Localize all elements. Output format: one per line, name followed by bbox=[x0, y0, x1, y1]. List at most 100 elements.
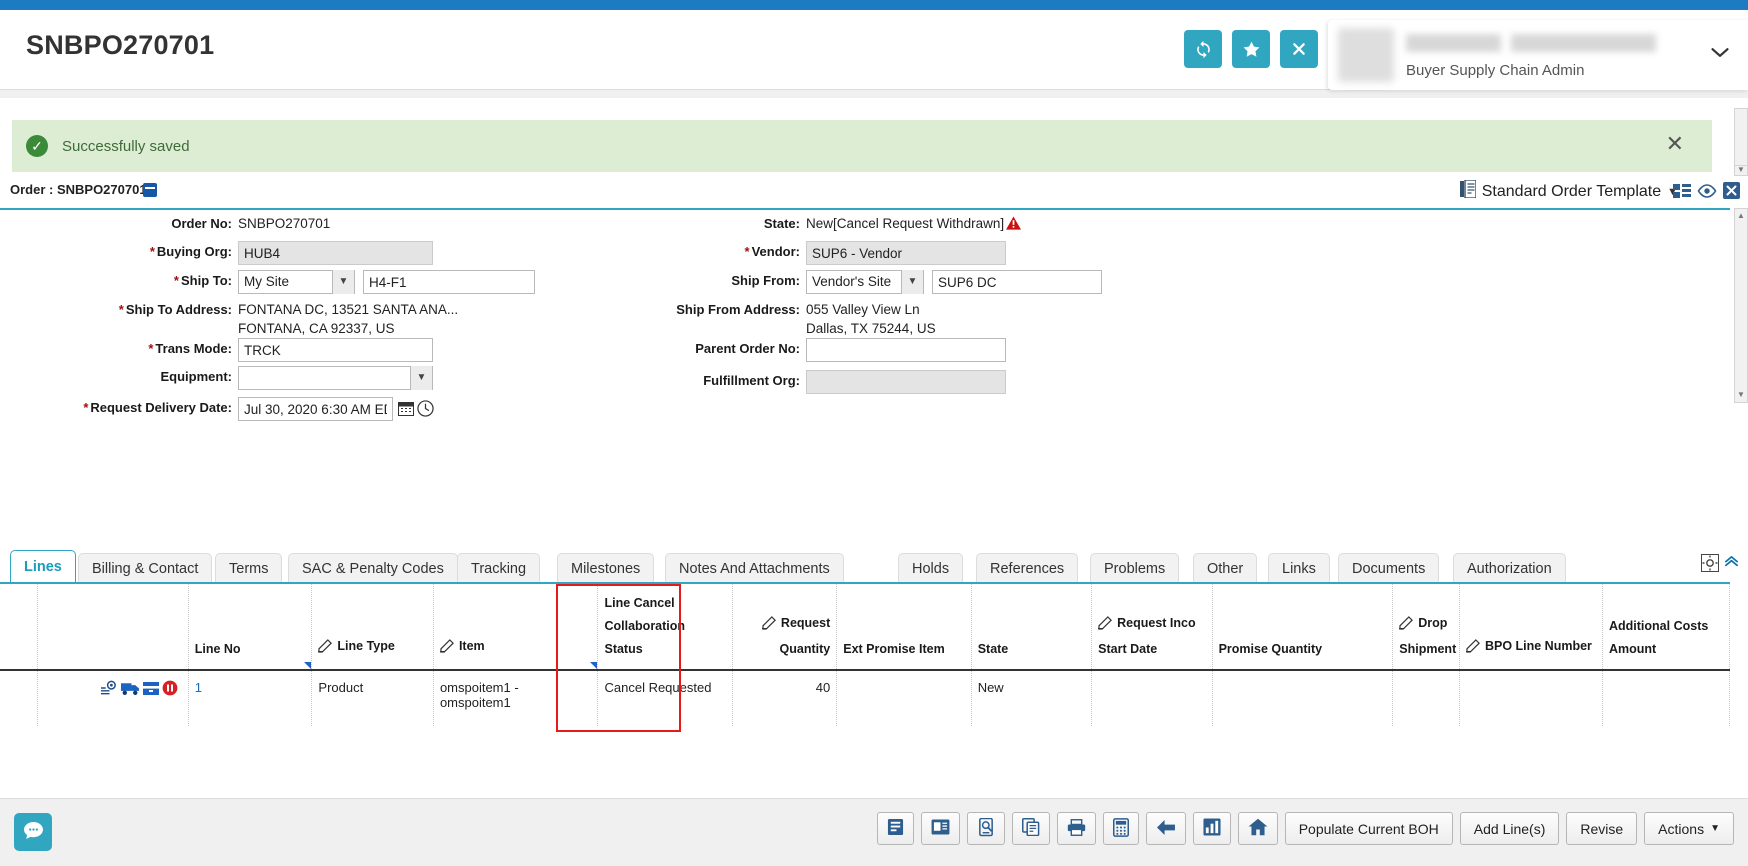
button-label: Actions bbox=[1658, 821, 1704, 837]
button-label: Revise bbox=[1580, 821, 1623, 837]
col-line-no[interactable]: Line No bbox=[188, 584, 312, 670]
col-request-quantity[interactable]: Request Quantity bbox=[732, 584, 836, 670]
notes-button[interactable] bbox=[921, 812, 960, 845]
success-alert: ✓ Successfully saved ✕ bbox=[12, 120, 1712, 172]
tab-billing-contact[interactable]: Billing & Contact bbox=[78, 553, 212, 583]
location-item-icon[interactable] bbox=[101, 680, 118, 699]
back-button[interactable] bbox=[1146, 812, 1186, 845]
cell-item[interactable]: omspoitem1 - omspoitem1 bbox=[433, 670, 598, 726]
tab-links[interactable]: Links bbox=[1268, 553, 1330, 583]
equipment-select[interactable]: ▼ bbox=[238, 366, 433, 390]
chevron-down-icon[interactable] bbox=[1710, 46, 1730, 62]
revise-button[interactable]: Revise bbox=[1566, 812, 1637, 845]
col-bpo-line-number[interactable]: BPO Line Number bbox=[1459, 584, 1602, 670]
tab-other[interactable]: Other bbox=[1193, 553, 1257, 583]
col-promise-quantity[interactable]: Promise Quantity bbox=[1212, 584, 1393, 670]
request-delivery-date-input[interactable] bbox=[238, 397, 393, 421]
vendor-input[interactable] bbox=[806, 241, 1006, 265]
truck-icon[interactable] bbox=[121, 681, 140, 699]
tab-references[interactable]: References bbox=[976, 553, 1078, 583]
tab-terms[interactable]: Terms bbox=[215, 553, 282, 583]
chevron-down-icon[interactable]: ▼ bbox=[332, 270, 354, 294]
close-icon bbox=[1291, 41, 1307, 57]
cell-line-cancel-collaboration-status[interactable]: Cancel Requested bbox=[598, 670, 732, 726]
box-icon[interactable] bbox=[143, 681, 159, 699]
settings-grid-icon[interactable] bbox=[1701, 554, 1719, 575]
col-item[interactable]: Item bbox=[433, 584, 598, 670]
tab-problems[interactable]: Problems bbox=[1090, 553, 1179, 583]
close-button[interactable] bbox=[1280, 30, 1318, 68]
edit-icon bbox=[318, 638, 333, 661]
cell-promise-quantity[interactable] bbox=[1212, 670, 1393, 726]
buying-org-input[interactable] bbox=[238, 241, 433, 265]
actions-button[interactable]: Actions ▼ bbox=[1644, 812, 1734, 845]
cell-state[interactable]: New bbox=[971, 670, 1091, 726]
col-line-type[interactable]: Line Type bbox=[312, 584, 434, 670]
user-menu[interactable]: Buyer Supply Chain Admin bbox=[1328, 20, 1748, 90]
scroll-down-arrow[interactable]: ▼ bbox=[1735, 388, 1747, 402]
parent-order-no-input[interactable] bbox=[806, 338, 1006, 362]
cell-ext-promise-item[interactable] bbox=[837, 670, 971, 726]
cell-request-quantity[interactable]: 40 bbox=[732, 670, 836, 726]
document-button[interactable] bbox=[877, 812, 914, 845]
ship-to-site-input[interactable] bbox=[363, 270, 535, 294]
ship-from-type-select[interactable]: Vendor's Site ▼ bbox=[806, 270, 924, 294]
tab-holds[interactable]: Holds bbox=[898, 553, 963, 583]
trans-mode-input[interactable] bbox=[238, 338, 433, 362]
col-additional-costs-amount[interactable]: Additional Costs Amount bbox=[1603, 584, 1730, 670]
search-doc-button[interactable] bbox=[967, 812, 1005, 845]
print-button[interactable] bbox=[1057, 812, 1096, 845]
hold-icon[interactable] bbox=[162, 680, 178, 699]
cell-request-inco-start-date[interactable] bbox=[1092, 670, 1212, 726]
ship-to-type-value: My Site bbox=[244, 274, 289, 289]
order-detail-icon[interactable] bbox=[143, 183, 157, 197]
tab-authorization[interactable]: Authorization bbox=[1453, 553, 1566, 583]
add-lines-button[interactable]: Add Line(s) bbox=[1460, 812, 1560, 845]
tab-documents[interactable]: Documents bbox=[1338, 553, 1439, 583]
calculator-button[interactable] bbox=[1103, 812, 1139, 845]
col-state[interactable]: State bbox=[971, 584, 1091, 670]
tab-tracking[interactable]: Tracking bbox=[457, 553, 540, 583]
layout-icon[interactable] bbox=[1673, 183, 1691, 202]
tab-milestones[interactable]: Milestones bbox=[557, 553, 654, 583]
cell-drop-shipment[interactable] bbox=[1393, 670, 1460, 726]
alert-close-button[interactable]: ✕ bbox=[1666, 133, 1684, 155]
home-button[interactable] bbox=[1238, 812, 1278, 845]
cell-bpo-line-number[interactable] bbox=[1459, 670, 1602, 726]
tab-lines[interactable]: Lines bbox=[10, 550, 76, 584]
ship-to-type-select[interactable]: My Site ▼ bbox=[238, 270, 355, 294]
cell-line-no[interactable]: 1 bbox=[188, 670, 312, 726]
refresh-button[interactable] bbox=[1184, 30, 1222, 68]
page-title: SNBPO270701 bbox=[26, 30, 214, 61]
col-ext-promise-item[interactable]: Ext Promise Item bbox=[837, 584, 971, 670]
col-drop-shipment[interactable]: Drop Shipment bbox=[1393, 584, 1460, 670]
table-row[interactable]: 1 Product omspoitem1 - omspoitem1 Cancel… bbox=[0, 670, 1730, 726]
chevron-down-icon[interactable]: ▼ bbox=[410, 366, 432, 390]
template-selector[interactable]: Standard Order Template ▼ bbox=[1460, 180, 1678, 203]
warning-icon[interactable] bbox=[1006, 216, 1021, 233]
form-scrollbar[interactable]: ▲ ▼ bbox=[1734, 208, 1748, 403]
favorite-button[interactable] bbox=[1232, 30, 1270, 68]
chat-button[interactable] bbox=[14, 813, 52, 851]
chevron-down-icon[interactable]: ▼ bbox=[901, 270, 923, 294]
eye-icon[interactable] bbox=[1697, 184, 1717, 201]
populate-current-boh-button[interactable]: Populate Current BOH bbox=[1285, 812, 1453, 845]
cell-additional-costs-amount[interactable] bbox=[1603, 670, 1730, 726]
line-no-link[interactable]: 1 bbox=[195, 680, 202, 695]
cell-line-type[interactable]: Product bbox=[312, 670, 434, 726]
close-panel-icon[interactable] bbox=[1723, 182, 1740, 202]
scroll-up-arrow[interactable]: ▲ bbox=[1735, 209, 1747, 223]
copy-button[interactable] bbox=[1012, 812, 1050, 845]
collapse-up-icon[interactable] bbox=[1723, 555, 1740, 575]
panel-vertical-scrollbar[interactable] bbox=[1734, 108, 1748, 166]
fulfillment-org-input[interactable] bbox=[806, 370, 1006, 394]
tab-sac-penalty-codes[interactable]: SAC & Penalty Codes bbox=[288, 553, 458, 583]
col-line-cancel-collaboration-status[interactable]: Line Cancel Collaboration Status bbox=[598, 584, 732, 670]
chart-button[interactable] bbox=[1193, 812, 1231, 845]
ship-from-site-input[interactable] bbox=[932, 270, 1102, 294]
calculator-icon bbox=[1113, 818, 1129, 840]
clock-icon[interactable] bbox=[416, 397, 435, 419]
tab-notes-and-attachments[interactable]: Notes And Attachments bbox=[665, 553, 844, 583]
calendar-icon[interactable] bbox=[396, 397, 415, 419]
col-request-inco-start-date[interactable]: Request Inco Start Date bbox=[1092, 584, 1212, 670]
